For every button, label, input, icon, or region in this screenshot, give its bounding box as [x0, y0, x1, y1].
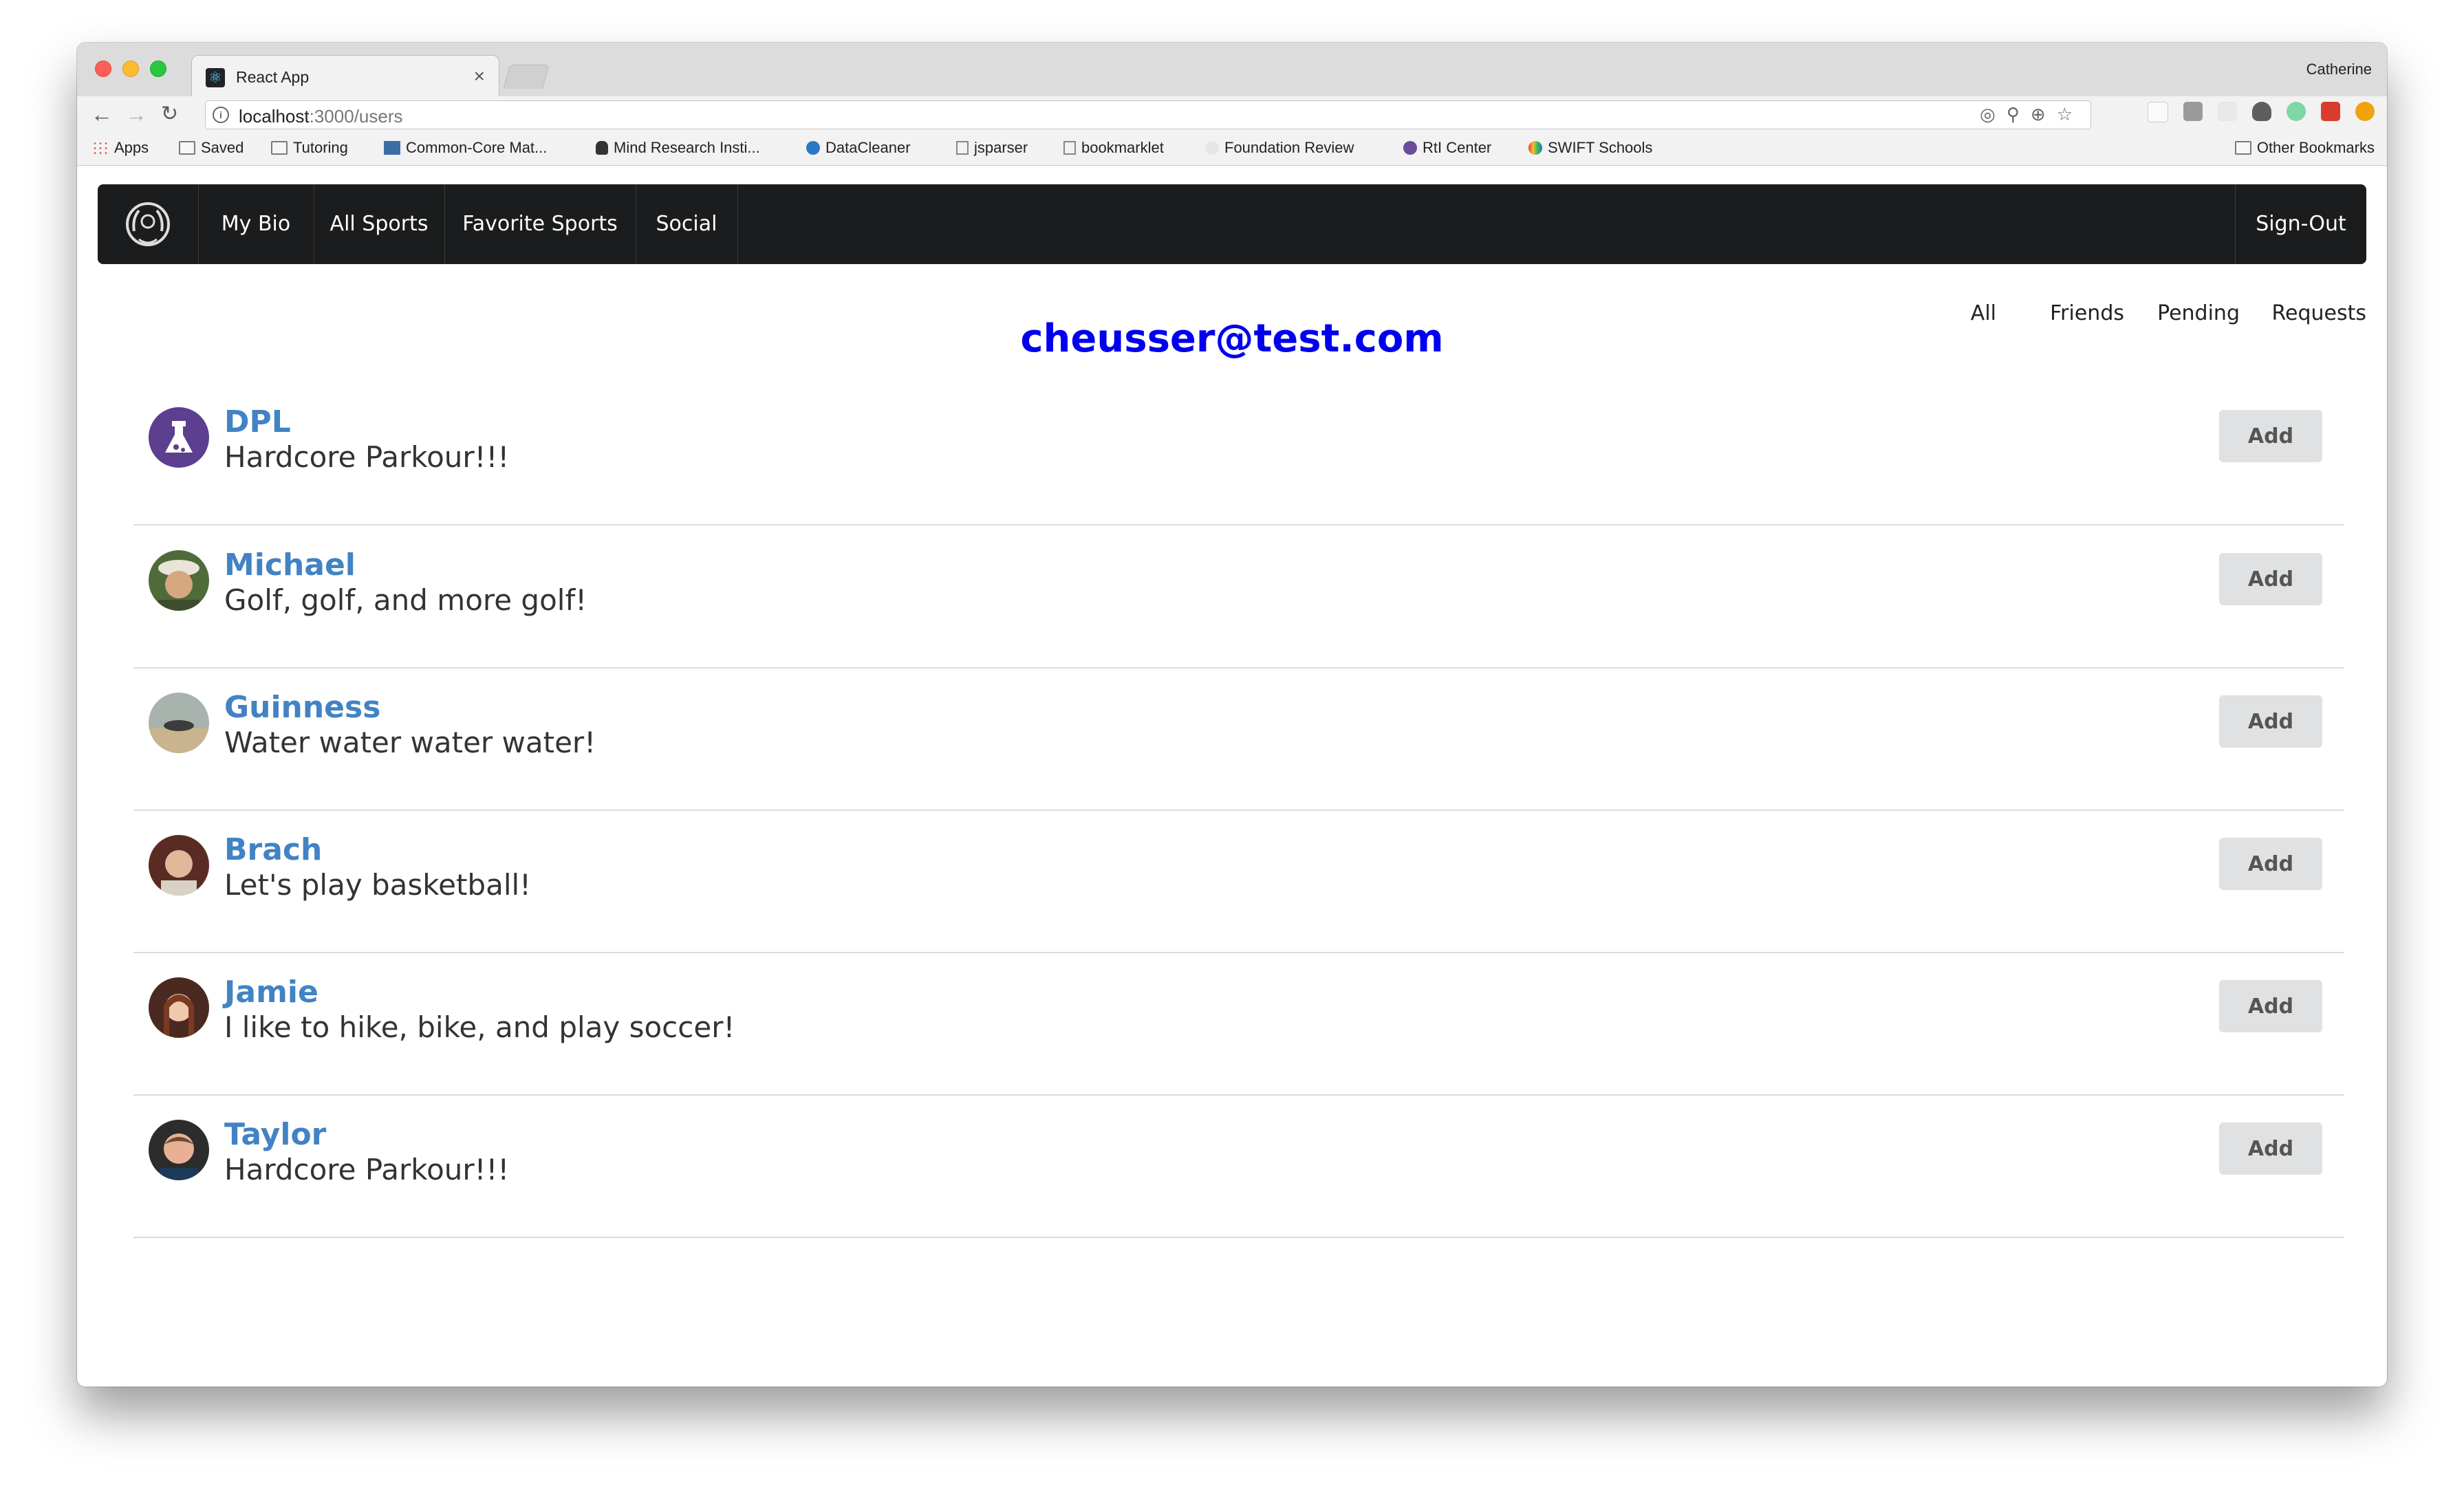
- rti-icon: [1403, 141, 1417, 155]
- tab-strip: ⚛ React App × Catherine: [77, 43, 2387, 98]
- nav-social[interactable]: Social: [636, 184, 738, 264]
- evernote-icon[interactable]: [2252, 102, 2271, 121]
- profile-name[interactable]: Catherine: [2306, 61, 2372, 78]
- bookmark-saved[interactable]: Saved: [179, 139, 244, 157]
- bookmarks-bar: Apps Saved Tutoring Common-Core Mat... M…: [77, 132, 2387, 166]
- user-bio: Let's play basketball!: [224, 868, 532, 902]
- browser-toolbar: ← → ↻ i localhost:3000/users ◎⚲⊕☆: [77, 96, 2387, 132]
- user-row: Jamie I like to hike, bike, and play soc…: [133, 951, 2344, 1096]
- apps-grid-icon: [92, 141, 109, 155]
- bookmark-mind-research[interactable]: Mind Research Insti...: [596, 139, 760, 157]
- add-friend-button[interactable]: Add: [2219, 695, 2322, 748]
- avatar: [149, 835, 209, 895]
- browser-tab[interactable]: ⚛ React App ×: [191, 55, 499, 98]
- bookmark-other[interactable]: Other Bookmarks: [2234, 139, 2375, 157]
- user-name[interactable]: DPL: [224, 404, 291, 439]
- user-name[interactable]: Guinness: [224, 690, 380, 725]
- folder-icon: [179, 141, 195, 155]
- page-viewport: My Bio All Sports Favorite Sports Social…: [77, 166, 2387, 1387]
- top-navbar: My Bio All Sports Favorite Sports Social…: [98, 184, 2366, 264]
- sign-out-button[interactable]: Sign-Out: [2235, 184, 2366, 264]
- user-name[interactable]: Brach: [224, 832, 322, 867]
- nav-all-sports[interactable]: All Sports: [314, 184, 445, 264]
- avatar: [149, 550, 209, 611]
- common-core-icon: [384, 141, 400, 155]
- bookmark-star-icon[interactable]: ☆: [2057, 104, 2084, 124]
- user-bio: Water water water water!: [224, 726, 596, 759]
- new-tab-button[interactable]: [503, 65, 550, 89]
- page-title: cheusser@test.com: [1020, 316, 1444, 361]
- location-icon[interactable]: ◎: [1980, 104, 2007, 124]
- user-bio: Golf, golf, and more golf!: [224, 583, 587, 617]
- browser-window: ⚛ React App × Catherine ← → ↻ i localhos…: [77, 43, 2387, 1387]
- address-bar-actions: ◎⚲⊕☆: [1980, 104, 2084, 125]
- extension-green-icon[interactable]: [2287, 102, 2306, 121]
- user-bio: Hardcore Parkour!!!: [224, 1153, 510, 1186]
- penguin-icon: [596, 141, 608, 155]
- user-name[interactable]: Taylor: [224, 1117, 326, 1152]
- swift-icon: [1528, 141, 1542, 155]
- bookmark-rti-center[interactable]: RtI Center: [1403, 139, 1491, 157]
- maximize-window-button[interactable]: [150, 61, 166, 77]
- avatar: [149, 407, 209, 468]
- bookmark-foundation-review[interactable]: Foundation Review: [1205, 139, 1354, 157]
- nav-favorite-sports[interactable]: Favorite Sports: [444, 184, 636, 264]
- extension-orange-icon[interactable]: [2355, 102, 2375, 121]
- add-friend-button[interactable]: Add: [2219, 553, 2322, 605]
- close-window-button[interactable]: [95, 61, 111, 77]
- extension-icons: [2148, 102, 2375, 124]
- bookmark-common-core[interactable]: Common-Core Mat...: [384, 139, 547, 157]
- extension-blank-icon[interactable]: [2148, 102, 2168, 122]
- foundation-icon: [1205, 141, 1219, 155]
- user-row: Taylor Hardcore Parkour!!! Add: [133, 1094, 2344, 1238]
- add-friend-button[interactable]: Add: [2219, 980, 2322, 1032]
- user-bio: Hardcore Parkour!!!: [224, 440, 510, 474]
- bookmark-bookmarklet[interactable]: bookmarklet: [1063, 139, 1164, 157]
- user-row: Brach Let's play basketball! Add: [133, 809, 2344, 953]
- user-name[interactable]: Michael: [224, 547, 356, 583]
- user-name[interactable]: Jamie: [224, 975, 318, 1010]
- back-icon[interactable]: ←: [91, 100, 113, 128]
- bookmark-tutoring[interactable]: Tutoring: [271, 139, 348, 157]
- laurel-logo-icon: [126, 202, 170, 246]
- add-friend-button[interactable]: Add: [2219, 838, 2322, 890]
- avatar: [149, 977, 209, 1038]
- user-row: DPL Hardcore Parkour!!! Add: [133, 381, 2344, 525]
- extension-gray-icon[interactable]: [2183, 102, 2203, 121]
- folder-icon: [271, 141, 288, 155]
- user-bio: I like to hike, bike, and play soccer!: [224, 1010, 735, 1044]
- key-icon[interactable]: ⚲: [2007, 104, 2031, 124]
- bookmark-swift-schools[interactable]: SWIFT Schools: [1528, 139, 1652, 157]
- datacleaner-icon: [806, 141, 820, 155]
- page-icon: [956, 141, 969, 155]
- extension-red-icon[interactable]: [2321, 102, 2340, 121]
- url-text[interactable]: localhost:3000/users: [239, 106, 403, 127]
- close-tab-icon[interactable]: ×: [474, 65, 485, 87]
- react-icon: ⚛: [206, 68, 225, 87]
- site-info-icon[interactable]: i: [213, 107, 229, 123]
- minimize-window-button[interactable]: [122, 61, 139, 77]
- nav-my-bio[interactable]: My Bio: [198, 184, 314, 264]
- bookmark-apps[interactable]: Apps: [92, 139, 149, 157]
- user-row: Michael Golf, golf, and more golf! Add: [133, 524, 2344, 669]
- bookmark-jsparser[interactable]: jsparser: [956, 139, 1028, 157]
- reload-icon[interactable]: ↻: [161, 100, 178, 128]
- add-friend-button[interactable]: Add: [2219, 410, 2322, 462]
- tab-title: React App: [236, 68, 310, 86]
- avatar: [149, 1120, 209, 1180]
- user-row: Guinness Water water water water! Add: [133, 666, 2344, 811]
- page-icon: [1063, 141, 1076, 155]
- add-friend-button[interactable]: Add: [2219, 1122, 2322, 1175]
- zoom-icon[interactable]: ⊕: [2031, 104, 2057, 124]
- avatar: [149, 693, 209, 753]
- site-logo[interactable]: [98, 184, 199, 264]
- forward-icon[interactable]: →: [125, 100, 147, 128]
- folder-icon: [2234, 141, 2251, 155]
- extension-light-icon[interactable]: [2218, 102, 2237, 121]
- address-bar[interactable]: i localhost:3000/users ◎⚲⊕☆: [205, 100, 2091, 129]
- bookmark-datacleaner[interactable]: DataCleaner: [806, 139, 911, 157]
